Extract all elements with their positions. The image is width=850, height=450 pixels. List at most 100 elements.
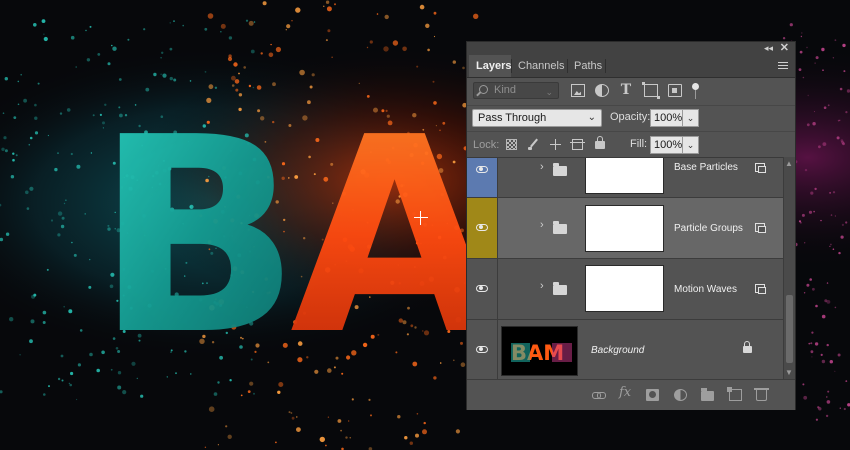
particle <box>826 400 831 404</box>
visibility-toggle[interactable] <box>467 320 498 380</box>
lock-transparent-pixels-icon[interactable] <box>506 139 517 150</box>
particle <box>43 33 45 35</box>
layer-thumbnail <box>585 265 664 312</box>
particle <box>160 73 162 75</box>
particle <box>127 38 130 41</box>
layer-name[interactable]: Particle Groups <box>674 223 743 234</box>
scrollbar-thumb[interactable] <box>786 295 793 363</box>
particle <box>397 415 401 419</box>
type-filter-icon[interactable]: T <box>619 83 633 97</box>
particle <box>71 241 73 244</box>
new-group-icon[interactable] <box>701 388 714 401</box>
delete-icon[interactable] <box>754 388 769 401</box>
particle <box>17 103 20 106</box>
particle <box>827 390 830 393</box>
group-expander-icon[interactable]: › <box>540 280 544 292</box>
chevron-down-icon[interactable]: ▼ <box>785 368 793 377</box>
particle <box>803 292 806 294</box>
particle <box>419 4 425 10</box>
particle <box>808 342 811 345</box>
lock-icon[interactable] <box>743 341 752 353</box>
particle <box>60 224 65 229</box>
particle <box>63 202 66 205</box>
particle <box>60 354 64 358</box>
fill-input[interactable]: 100% <box>650 136 683 154</box>
group-expander-icon[interactable]: › <box>540 219 544 231</box>
particle <box>811 331 814 334</box>
particle <box>143 28 146 31</box>
folder-icon <box>553 221 567 234</box>
particle <box>66 108 71 112</box>
tab-paths[interactable]: Paths <box>567 55 605 77</box>
particle <box>85 29 87 32</box>
particle <box>416 413 419 415</box>
lock-artboard-icon[interactable] <box>570 139 585 150</box>
close-icon[interactable]: ✕ <box>780 42 789 55</box>
eye-icon <box>476 285 488 292</box>
crosshair-cursor-icon <box>414 211 428 225</box>
layer-name[interactable]: Motion Waves <box>674 284 737 295</box>
particle <box>10 175 15 179</box>
lock-all-icon[interactable] <box>595 136 605 149</box>
background-thumbnail: BAM <box>501 326 578 376</box>
particle <box>427 48 430 52</box>
fill-dropdown-button[interactable]: ⌄ <box>683 136 699 154</box>
layer-row-motion-waves[interactable]: › Motion Waves <box>467 259 783 320</box>
layer-name[interactable]: Background <box>591 345 644 356</box>
group-expander-icon[interactable]: › <box>540 161 544 173</box>
particle <box>250 49 255 54</box>
particle <box>57 233 61 237</box>
lock-image-pixels-icon[interactable] <box>528 139 539 150</box>
particle <box>70 371 74 376</box>
visibility-toggle[interactable] <box>467 198 498 258</box>
layer-row-base-particles[interactable]: › Base Particles <box>467 158 783 198</box>
particle <box>12 158 15 162</box>
particle <box>238 72 240 75</box>
particle <box>366 46 369 49</box>
kind-filter-select[interactable]: Kind ⌄ <box>473 82 559 99</box>
new-layer-icon[interactable] <box>727 387 742 401</box>
panel-menu-icon[interactable] <box>778 62 788 70</box>
link-layers-icon[interactable] <box>592 389 606 401</box>
image-filter-icon[interactable] <box>571 84 585 97</box>
layers-scrollbar[interactable]: ▲ ▼ <box>783 157 795 379</box>
panel-titlebar[interactable]: ◂◂ ✕ <box>467 42 795 55</box>
opacity-input[interactable]: 100% <box>650 109 683 127</box>
lock-position-icon[interactable] <box>550 139 561 150</box>
fx-icon[interactable]: fx <box>619 386 631 400</box>
filter-toggle-icon[interactable] <box>692 83 699 101</box>
tab-layers[interactable]: Layers <box>469 55 511 77</box>
new-adjustment-icon[interactable] <box>674 389 687 401</box>
particle <box>806 283 810 287</box>
adjustment-filter-icon[interactable] <box>595 84 609 97</box>
add-mask-icon[interactable] <box>646 389 659 401</box>
layer-filter-row: Kind ⌄ T <box>467 79 795 105</box>
particle <box>798 68 802 71</box>
particle <box>296 427 301 432</box>
smart-object-filter-icon[interactable] <box>668 84 682 97</box>
layer-name[interactable]: Base Particles <box>674 162 738 173</box>
particle <box>54 167 58 172</box>
particle <box>23 98 27 103</box>
particle <box>207 13 214 19</box>
visibility-toggle[interactable] <box>467 158 498 197</box>
particle <box>41 19 46 23</box>
shape-filter-icon[interactable] <box>642 82 660 99</box>
particle <box>834 370 836 372</box>
particle <box>68 309 73 314</box>
tab-channels[interactable]: Channels <box>511 55 567 77</box>
particle <box>73 253 77 257</box>
layer-row-background[interactable]: BAM Background <box>467 320 783 380</box>
opacity-dropdown-button[interactable]: ⌄ <box>683 109 699 127</box>
layer-row-particle-groups[interactable]: › Particle Groups <box>467 198 783 259</box>
particle <box>13 116 17 119</box>
blend-mode-select[interactable]: Pass Through ⌄ <box>472 109 602 127</box>
particle <box>839 119 841 122</box>
collapse-icon[interactable]: ◂◂ <box>764 42 773 55</box>
particle <box>830 243 832 246</box>
visibility-toggle[interactable] <box>467 259 498 319</box>
eye-icon <box>476 346 488 353</box>
chevron-up-icon[interactable]: ▲ <box>785 159 793 168</box>
particle <box>268 52 274 58</box>
kind-placeholder: Kind <box>494 84 517 96</box>
